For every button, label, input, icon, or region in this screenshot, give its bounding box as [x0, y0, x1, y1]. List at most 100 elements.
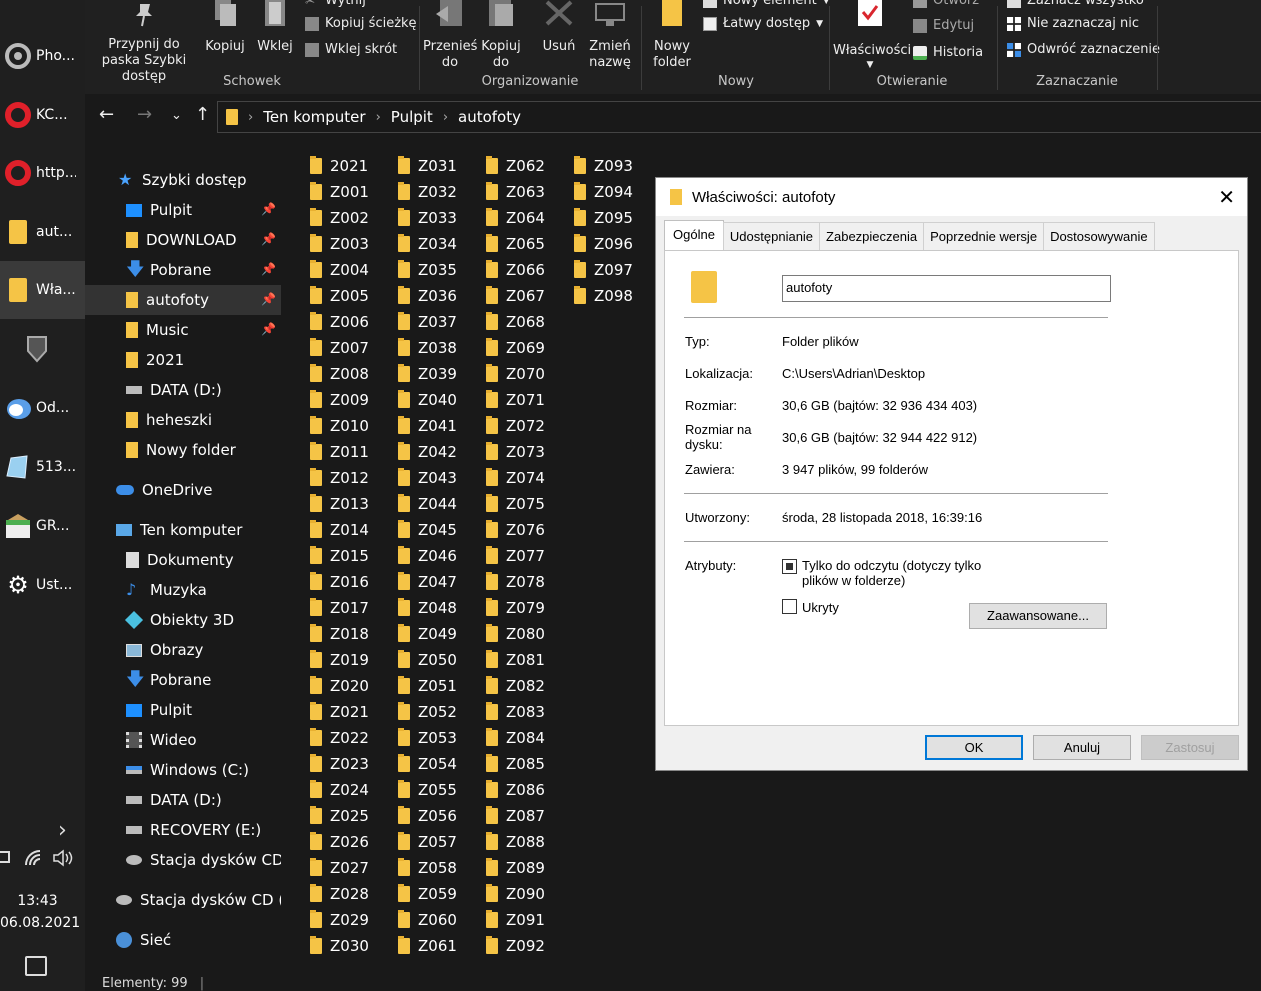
folder-item[interactable]: Z094	[574, 179, 633, 205]
dialog-titlebar[interactable]: Właściwości: autofoty ✕	[656, 178, 1247, 216]
folder-item[interactable]: Z010	[310, 413, 369, 439]
folder-item[interactable]: Z011	[310, 439, 369, 465]
edit-button[interactable]: Edytuj	[913, 18, 974, 33]
nav-pc-3d-objects[interactable]: Obiekty 3D	[85, 605, 281, 635]
folder-name-input[interactable]: autofoty	[782, 275, 1111, 302]
tab-general[interactable]: Ogólne	[664, 220, 724, 250]
folder-item[interactable]: Z034	[398, 231, 457, 257]
properties-button[interactable]: Właściwości ▼	[833, 0, 911, 71]
address-path[interactable]: › Ten komputer › Pulpit › autofoty	[217, 101, 1261, 133]
folder-item[interactable]: Z073	[486, 439, 545, 465]
nav-quick-downloads[interactable]: 🡇 Pobrane 📌	[85, 255, 281, 285]
folder-item[interactable]: Z046	[398, 543, 457, 569]
folder-item[interactable]: Z071	[486, 387, 545, 413]
folder-item[interactable]: Z048	[398, 595, 457, 621]
folder-item[interactable]: Z062	[486, 153, 545, 179]
folder-item[interactable]: Z072	[486, 413, 545, 439]
nav-quick-download[interactable]: DOWNLOAD 📌	[85, 225, 281, 255]
folder-item[interactable]: Z089	[486, 855, 545, 881]
folder-item[interactable]: Z074	[486, 465, 545, 491]
folder-item[interactable]: Z082	[486, 673, 545, 699]
move-to-button[interactable]: Przenieś do	[423, 0, 477, 71]
folder-item[interactable]: Z002	[310, 205, 369, 231]
nav-pc-desktop[interactable]: Pulpit	[85, 695, 281, 725]
chevron-right-icon[interactable]: ›	[248, 110, 253, 125]
taskbar-item-spreadsheet[interactable]: GR...	[0, 497, 85, 555]
invert-selection-button[interactable]: Odwróć zaznaczenie	[1007, 42, 1160, 57]
folder-item[interactable]: Z044	[398, 491, 457, 517]
folder-item[interactable]: Z012	[310, 465, 369, 491]
crumb-autofoty[interactable]: autofoty	[458, 108, 521, 126]
folder-item[interactable]: Z022	[310, 725, 369, 751]
folder-item[interactable]: Z077	[486, 543, 545, 569]
folder-item[interactable]: Z045	[398, 517, 457, 543]
apply-button[interactable]: Zastosuj	[1141, 735, 1239, 760]
folder-item[interactable]: Z039	[398, 361, 457, 387]
folder-item[interactable]: Z067	[486, 283, 545, 309]
copy-to-button[interactable]: Kopiuj do	[477, 0, 525, 71]
forward-arrow-icon[interactable]: →	[137, 104, 152, 125]
folder-item[interactable]: Z060	[398, 907, 457, 933]
taskbar-item-game[interactable]	[0, 320, 85, 378]
nav-quick-new-folder[interactable]: Nowy folder	[85, 435, 281, 465]
nav-quick-heheszki[interactable]: heheszki	[85, 405, 281, 435]
folder-item[interactable]: Z031	[398, 153, 457, 179]
folder-item[interactable]: Z079	[486, 595, 545, 621]
tab-previous-versions[interactable]: Poprzednie wersje	[923, 222, 1045, 250]
folder-item[interactable]: Z042	[398, 439, 457, 465]
crumb-desktop[interactable]: Pulpit	[391, 108, 433, 126]
cut-button[interactable]: ✂ Wytnij	[305, 0, 366, 8]
folder-item[interactable]: Z084	[486, 725, 545, 751]
history-button[interactable]: Historia	[913, 45, 983, 60]
rename-button[interactable]: Zmień nazwę	[585, 0, 635, 71]
folder-item[interactable]: Z085	[486, 751, 545, 777]
taskbar-item-outlook[interactable]: Od...	[0, 379, 85, 437]
folder-item[interactable]: Z070	[486, 361, 545, 387]
chevron-right-icon[interactable]: ›	[443, 110, 448, 125]
nav-pc-cd-drive[interactable]: Stacja dysków CD (V	[85, 845, 281, 875]
folder-item[interactable]: Z006	[310, 309, 369, 335]
nav-pc-videos[interactable]: Wideo	[85, 725, 281, 755]
folder-item[interactable]: Z098	[574, 283, 633, 309]
wifi-icon[interactable]	[24, 849, 44, 867]
folder-item[interactable]: Z019	[310, 647, 369, 673]
nav-this-pc[interactable]: Ten komputer	[85, 515, 281, 545]
folder-item[interactable]: Z030	[310, 933, 369, 959]
chevron-right-icon[interactable]: ›	[58, 818, 67, 843]
folder-item[interactable]: Z049	[398, 621, 457, 647]
folder-item[interactable]: Z021	[310, 699, 369, 725]
nav-quick-desktop[interactable]: Pulpit 📌	[85, 195, 281, 225]
new-item-button[interactable]: Nowy element ▼	[703, 0, 830, 8]
folder-item[interactable]: Z063	[486, 179, 545, 205]
folder-item[interactable]: Z016	[310, 569, 369, 595]
folder-item[interactable]: Z027	[310, 855, 369, 881]
folder-item[interactable]: Z091	[486, 907, 545, 933]
folder-item[interactable]: Z076	[486, 517, 545, 543]
back-arrow-icon[interactable]: ←	[99, 104, 114, 125]
folder-item[interactable]: Z026	[310, 829, 369, 855]
pin-quick-access-button[interactable]: Przypnij do paska Szybki dostęp	[91, 0, 197, 85]
taskbar-item-settings[interactable]: ⚙ Ust...	[0, 556, 85, 614]
folder-item[interactable]: Z058	[398, 855, 457, 881]
pin-icon[interactable]: 📌	[261, 232, 276, 246]
folder-item[interactable]: Z005	[310, 283, 369, 309]
folder-item[interactable]: Z033	[398, 205, 457, 231]
folder-item[interactable]: Z038	[398, 335, 457, 361]
folder-item[interactable]: Z096	[574, 231, 633, 257]
folder-item[interactable]: Z004	[310, 257, 369, 283]
folder-item[interactable]: Z056	[398, 803, 457, 829]
readonly-checkbox[interactable]	[782, 559, 797, 574]
nav-pc-pictures[interactable]: Obrazy	[85, 635, 281, 665]
nav-quick-access[interactable]: ★ Szybki dostęp	[85, 165, 281, 195]
tab-sharing[interactable]: Udostępnianie	[722, 222, 821, 250]
advanced-button[interactable]: Zaawansowane...	[969, 603, 1107, 629]
chevron-right-icon[interactable]: ›	[376, 110, 381, 125]
folder-item[interactable]: Z064	[486, 205, 545, 231]
folder-item[interactable]: Z078	[486, 569, 545, 595]
folder-item[interactable]: Z028	[310, 881, 369, 907]
folder-item[interactable]: Z003	[310, 231, 369, 257]
nav-pc-data-d[interactable]: DATA (D:)	[85, 785, 281, 815]
taskbar-item-photoshop[interactable]: Pho...	[0, 27, 85, 85]
folder-item[interactable]: Z066	[486, 257, 545, 283]
select-none-button[interactable]: Nie zaznaczaj nic	[1007, 16, 1139, 31]
